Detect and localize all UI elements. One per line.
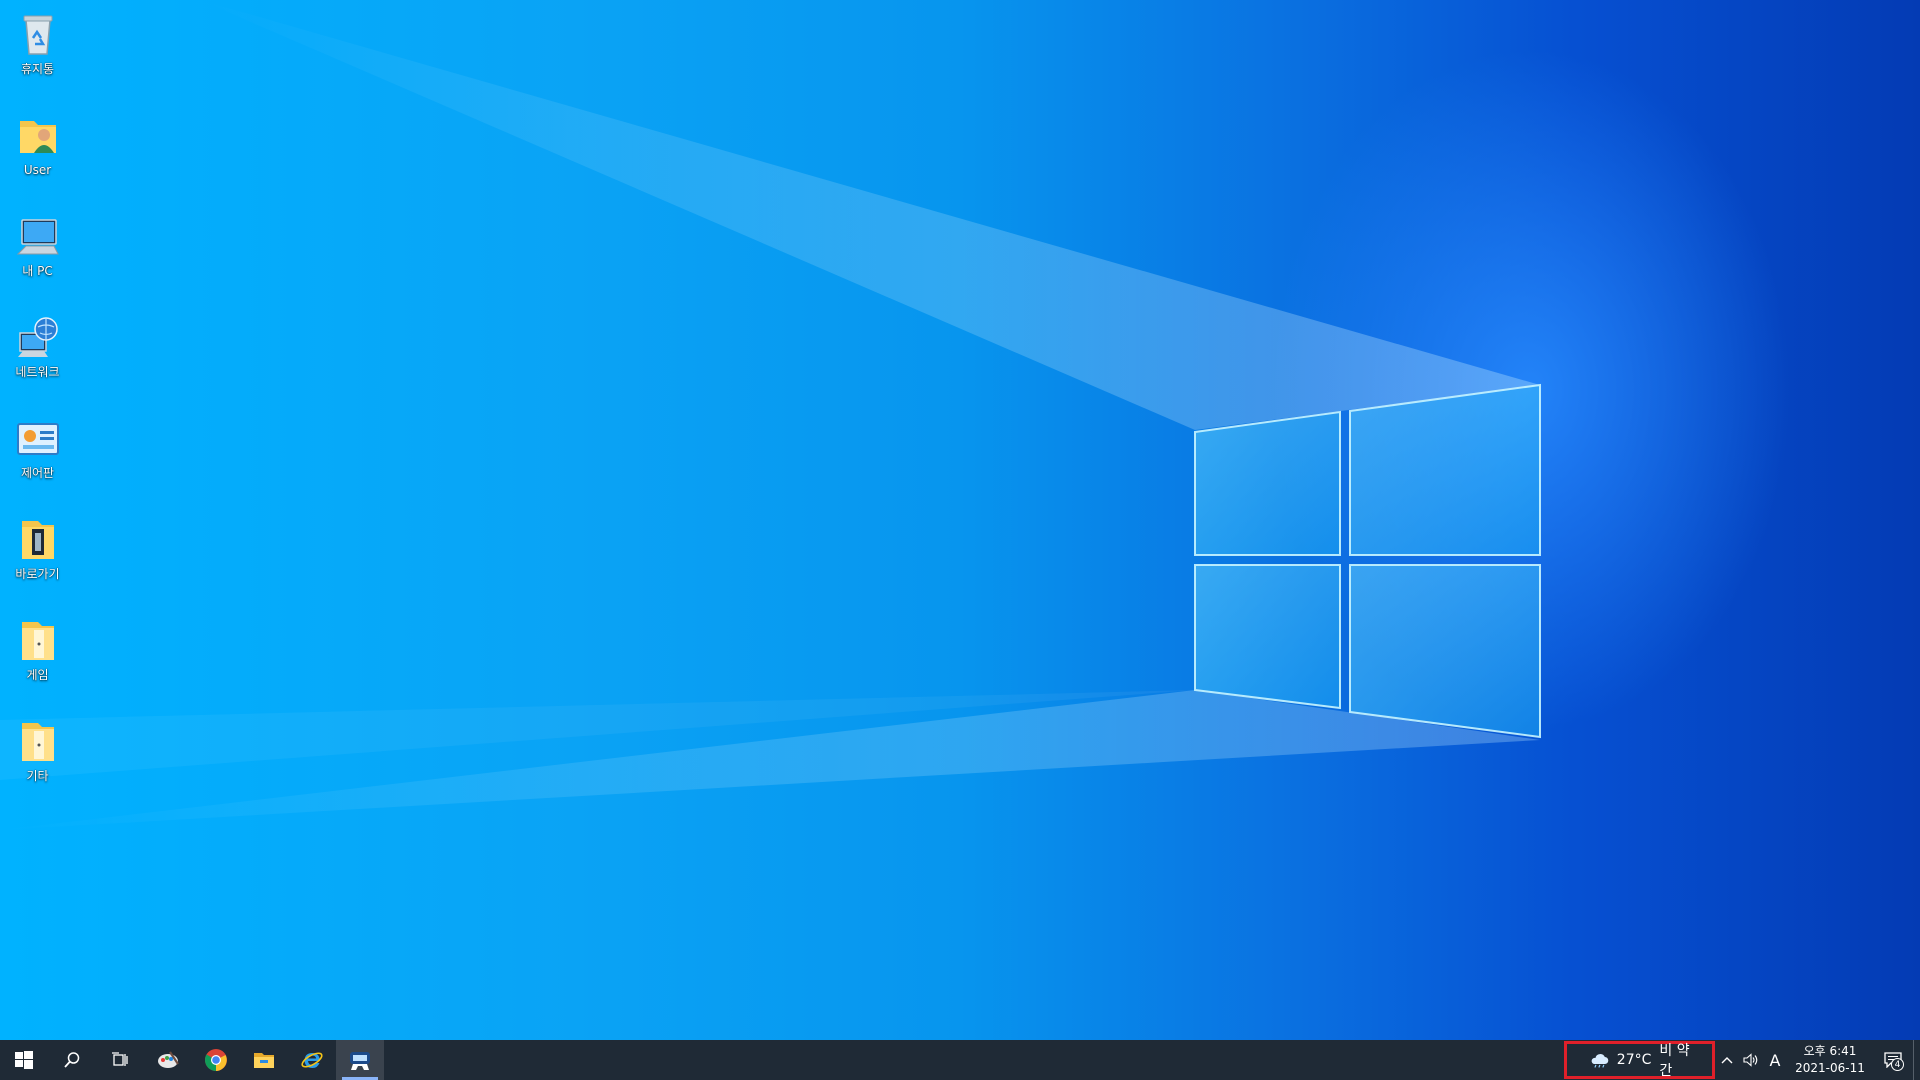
folder-icon bbox=[21, 622, 54, 660]
desktop-icon-control-panel[interactable]: 제어판 bbox=[0, 406, 75, 502]
desktop-icon-games-folder[interactable]: 게임 bbox=[0, 608, 75, 704]
this-pc-icon bbox=[16, 219, 59, 255]
notification-count-badge: 4 bbox=[1891, 1058, 1904, 1071]
desktop-icon-user[interactable]: User bbox=[0, 103, 75, 199]
paint-icon bbox=[158, 1051, 179, 1068]
game-app-button[interactable] bbox=[336, 1040, 384, 1080]
desktop-icon-shortcut-folder[interactable]: 바로가기 bbox=[0, 507, 75, 603]
desktop-icon-recycle-bin[interactable]: 휴지통 bbox=[0, 2, 75, 98]
desktop-icon-label: 게임 bbox=[26, 668, 49, 682]
folder-icon bbox=[21, 723, 54, 761]
paint-app-button[interactable] bbox=[144, 1040, 192, 1080]
clock-date: 2021-06-11 bbox=[1795, 1061, 1865, 1075]
start-button[interactable] bbox=[0, 1040, 48, 1080]
desktop-icon-label: 기타 bbox=[26, 769, 49, 783]
desktop-icon-network[interactable]: 네트워크 bbox=[0, 305, 75, 401]
recycle-bin-icon bbox=[23, 15, 52, 55]
search-button[interactable] bbox=[48, 1040, 96, 1080]
ie-icon bbox=[301, 1052, 323, 1068]
desktop-icon-label: 네트워크 bbox=[15, 365, 60, 379]
chrome-button[interactable] bbox=[192, 1040, 240, 1080]
desktop-icon-label: 제어판 bbox=[20, 466, 55, 480]
desktop-icon-etc-folder[interactable]: 기타 bbox=[0, 709, 75, 805]
clock[interactable]: 오후 6:41 2021-06-11 bbox=[1787, 1040, 1873, 1080]
file-explorer-button[interactable] bbox=[240, 1040, 288, 1080]
desktop-icon-label: User bbox=[23, 163, 52, 177]
task-view-button[interactable] bbox=[96, 1040, 144, 1080]
volume-button[interactable] bbox=[1739, 1040, 1763, 1080]
windows-logo-icon bbox=[15, 1051, 33, 1069]
game-controller-icon bbox=[350, 1052, 370, 1070]
user-folder-icon bbox=[19, 121, 56, 153]
internet-explorer-button[interactable] bbox=[288, 1040, 336, 1080]
action-center-button[interactable]: 4 bbox=[1873, 1040, 1913, 1080]
chrome-icon bbox=[205, 1049, 227, 1071]
shortcut-folder-icon bbox=[21, 521, 54, 559]
cloud-rain-icon bbox=[1591, 1054, 1609, 1068]
desktop-icon-this-pc[interactable]: 내 PC bbox=[0, 204, 75, 300]
speaker-icon bbox=[1743, 1053, 1758, 1067]
wallpaper bbox=[0, 0, 1541, 830]
control-panel-icon bbox=[16, 423, 59, 455]
input-method-indicator[interactable]: A bbox=[1763, 1040, 1787, 1080]
chevron-up-icon bbox=[1721, 1057, 1733, 1064]
network-icon bbox=[17, 317, 58, 357]
weather-condition: 비 약간 bbox=[1659, 1043, 1690, 1079]
folder-icon bbox=[254, 1053, 274, 1068]
desktop[interactable]: 휴지통 User 내 PC 네트워크 제어판 바로가기 게임 기타 bbox=[0, 0, 1920, 1040]
show-desktop-button[interactable] bbox=[1913, 1040, 1920, 1080]
search-icon bbox=[64, 1052, 80, 1068]
show-hidden-icons-button[interactable] bbox=[1715, 1040, 1739, 1080]
taskbar: 27°C 비 약간 A 오후 6:41 2021-06-11 4 bbox=[0, 1040, 1920, 1080]
desktop-icon-label: 내 PC bbox=[22, 264, 53, 278]
clock-time: 오후 6:41 bbox=[1803, 1044, 1857, 1058]
task-view-icon bbox=[112, 1052, 128, 1066]
desktop-icon-label: 휴지통 bbox=[20, 62, 55, 76]
weather-temperature: 27°C bbox=[1616, 1052, 1652, 1068]
weather-widget[interactable]: 27°C 비 약간 bbox=[1564, 1041, 1715, 1079]
desktop-icon-label: 바로가기 bbox=[15, 567, 60, 581]
